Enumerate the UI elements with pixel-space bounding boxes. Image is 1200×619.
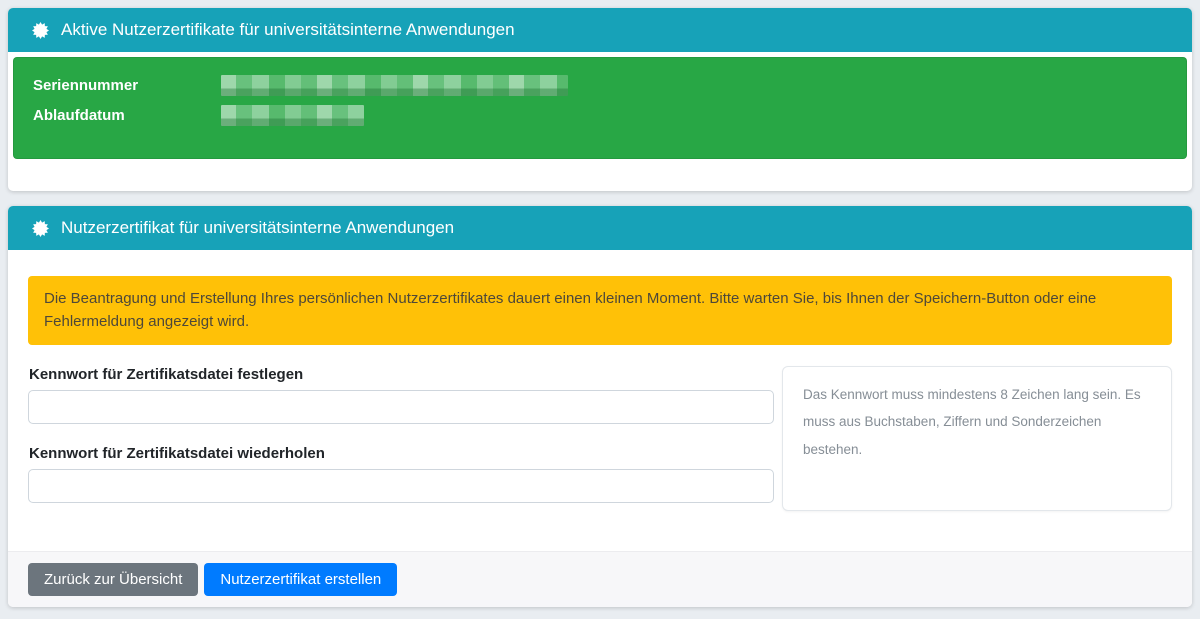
expiry-date-label: Ablaufdatum [33,107,221,124]
certificate-row-serial: Seriennummer [33,73,1166,97]
active-certificates-panel: Aktive Nutzerzertifikate für universität… [8,8,1192,191]
processing-warning: Die Beantragung und Erstellung Ihres per… [28,276,1172,345]
active-certificates-title: Aktive Nutzerzertifikate für universität… [61,20,515,40]
page: Aktive Nutzerzertifikate für universität… [0,0,1200,619]
create-certificate-panel: Nutzerzertifikat für universitätsinterne… [8,206,1192,607]
create-certificate-header: Nutzerzertifikat für universitätsinterne… [8,206,1192,250]
certificate-seal-icon [32,22,49,39]
password-fields-column: Kennwort für Zertifikatsdatei festlegen … [28,366,774,511]
create-certificate-button[interactable]: Nutzerzertifikat erstellen [204,563,397,596]
create-certificate-body: Die Beantragung und Erstellung Ihres per… [8,250,1192,551]
certificate-row-expiry: Ablaufdatum [33,103,1166,127]
password-hint-text: Das Kennwort muss mindestens 8 Zeichen l… [803,381,1151,464]
password-set-input[interactable] [28,390,774,424]
password-repeat-input[interactable] [28,469,774,503]
form-footer: Zurück zur Übersicht Nutzerzertifikat er… [8,551,1192,607]
serial-number-redacted-value [221,75,568,96]
certificate-seal-icon [32,220,49,237]
password-repeat-label: Kennwort für Zertifikatsdatei wiederhole… [29,445,774,462]
back-to-overview-button[interactable]: Zurück zur Übersicht [28,563,198,596]
active-certificates-header: Aktive Nutzerzertifikate für universität… [8,8,1192,52]
active-certificates-body: Seriennummer Ablaufdatum [8,52,1192,191]
password-hint-box: Das Kennwort muss mindestens 8 Zeichen l… [782,366,1172,511]
expiry-date-redacted-value [221,105,364,126]
certificate-card: Seriennummer Ablaufdatum [13,57,1187,159]
create-certificate-title: Nutzerzertifikat für universitätsinterne… [61,218,454,238]
serial-number-label: Seriennummer [33,77,221,94]
password-set-label: Kennwort für Zertifikatsdatei festlegen [29,366,774,383]
password-form: Kennwort für Zertifikatsdatei festlegen … [28,366,1172,511]
